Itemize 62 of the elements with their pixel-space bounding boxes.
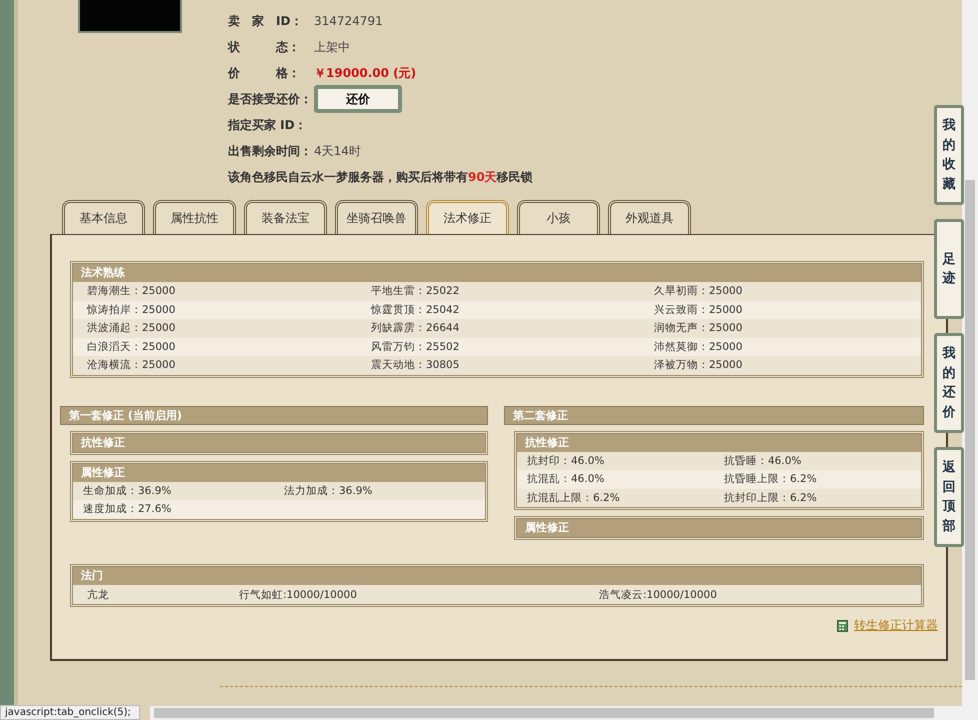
tab[interactable]: 法术修正 xyxy=(426,200,509,234)
section-header: 法门 xyxy=(73,567,921,585)
section-header: 属性修正 xyxy=(73,464,485,482)
price-value: ￥19000.00 (元) xyxy=(314,64,416,82)
field-value: 314724791 xyxy=(314,14,383,28)
table-cell-text: 平地生雷：25022 xyxy=(371,284,460,298)
table-cell-text: 抗昏睡：46.0% xyxy=(724,454,802,468)
section-header: 法术熟练 xyxy=(73,264,921,282)
table-cell-text: 震天动地：30805 xyxy=(371,358,460,372)
table-cell-text: 抗混乱：46.0% xyxy=(527,472,606,486)
tab[interactable]: 小孩 xyxy=(517,200,600,234)
table-cell-text: 惊霆贯顶：25042 xyxy=(371,302,460,317)
table-cell-text: 生命加成：36.9% xyxy=(83,484,172,498)
set-header: 第一套修正 (当前启用) xyxy=(60,406,488,424)
status-bar: javascript:tab_onclick(5); xyxy=(0,705,140,720)
table-cell-text: 惊涛拍岸：25000 xyxy=(87,302,176,317)
field-value: 4天14时 xyxy=(314,142,361,160)
table-cell-text: 列缺霹雳：26644 xyxy=(371,321,460,336)
table-cell-text: 速度加成：27.6% xyxy=(83,502,172,516)
table-cell-text: 浩气凌云:10000/10000 xyxy=(599,588,718,602)
side-nav-button[interactable]: 我的收藏 xyxy=(934,105,964,205)
tab[interactable]: 外观道具 xyxy=(608,200,691,234)
field-label: 出售剩余时间： xyxy=(228,142,313,160)
field-label: 价 格： xyxy=(228,64,301,82)
field-label: 状 态： xyxy=(228,38,301,56)
side-nav-button[interactable]: 足迹 xyxy=(934,219,964,319)
tab[interactable]: 坐骑召唤兽 xyxy=(335,200,418,234)
table-cell-text: 白浪滔天：25000 xyxy=(87,340,176,354)
bargain-button[interactable]: 还价 xyxy=(314,85,402,113)
field-label: 卖 家 ID： xyxy=(228,12,304,30)
calculator-icon xyxy=(837,620,848,632)
section-header: 属性修正 xyxy=(517,519,921,537)
field-value: 上架中 xyxy=(314,38,350,56)
table-cell-text: 泽被万物：25000 xyxy=(654,358,744,372)
table-cell-text: 抗封印：46.0% xyxy=(527,454,606,468)
set-header: 第二套修正 xyxy=(504,406,924,424)
vertical-scrollbar[interactable] xyxy=(962,0,978,720)
table-cell-text: 洪波涌起：25000 xyxy=(87,321,176,336)
horizontal-scrollbar[interactable] xyxy=(150,706,962,720)
table-cell-text: 兴云致雨：25000 xyxy=(654,302,744,317)
side-nav-button[interactable]: 我的还价 xyxy=(934,333,964,433)
side-nav-button[interactable]: 返回顶部 xyxy=(934,447,964,547)
table-cell-text: 久旱初雨：25000 xyxy=(654,284,744,298)
section-header: 抗性修正 xyxy=(517,434,921,452)
table-cell-text: 抗混乱上限：6.2% xyxy=(527,490,621,505)
table-cell-text: 抗封印上限：6.2% xyxy=(724,490,818,505)
tab[interactable]: 属性抗性 xyxy=(153,200,236,234)
table-cell-text: 润物无声：25000 xyxy=(654,321,744,336)
table-cell-text: 沧海横流：25000 xyxy=(87,358,176,372)
table-cell-text: 风雷万钧：25502 xyxy=(371,340,460,354)
field-label: 是否接受还价： xyxy=(228,90,313,108)
section-header: 抗性修正 xyxy=(73,434,485,452)
notice-text: 该角色移民自云水一梦服务器，购买后将带有90天移民锁 xyxy=(228,168,533,186)
field-label: 指定买家 ID： xyxy=(228,116,308,134)
tab[interactable]: 基本信息 xyxy=(62,200,145,234)
tab[interactable]: 装备法宝 xyxy=(244,200,327,234)
table-cell-text: 行气如虹:10000/10000 xyxy=(239,588,358,602)
table-cell-text: 法力加成：36.9% xyxy=(284,484,374,498)
table-cell-text: 碧海潮生：25000 xyxy=(87,284,176,298)
table-cell-text: 亢龙 xyxy=(87,588,110,602)
table-cell-text: 抗昏睡上限：6.2% xyxy=(724,472,818,486)
table-cell-text: 沛然莫御：25000 xyxy=(654,340,744,354)
